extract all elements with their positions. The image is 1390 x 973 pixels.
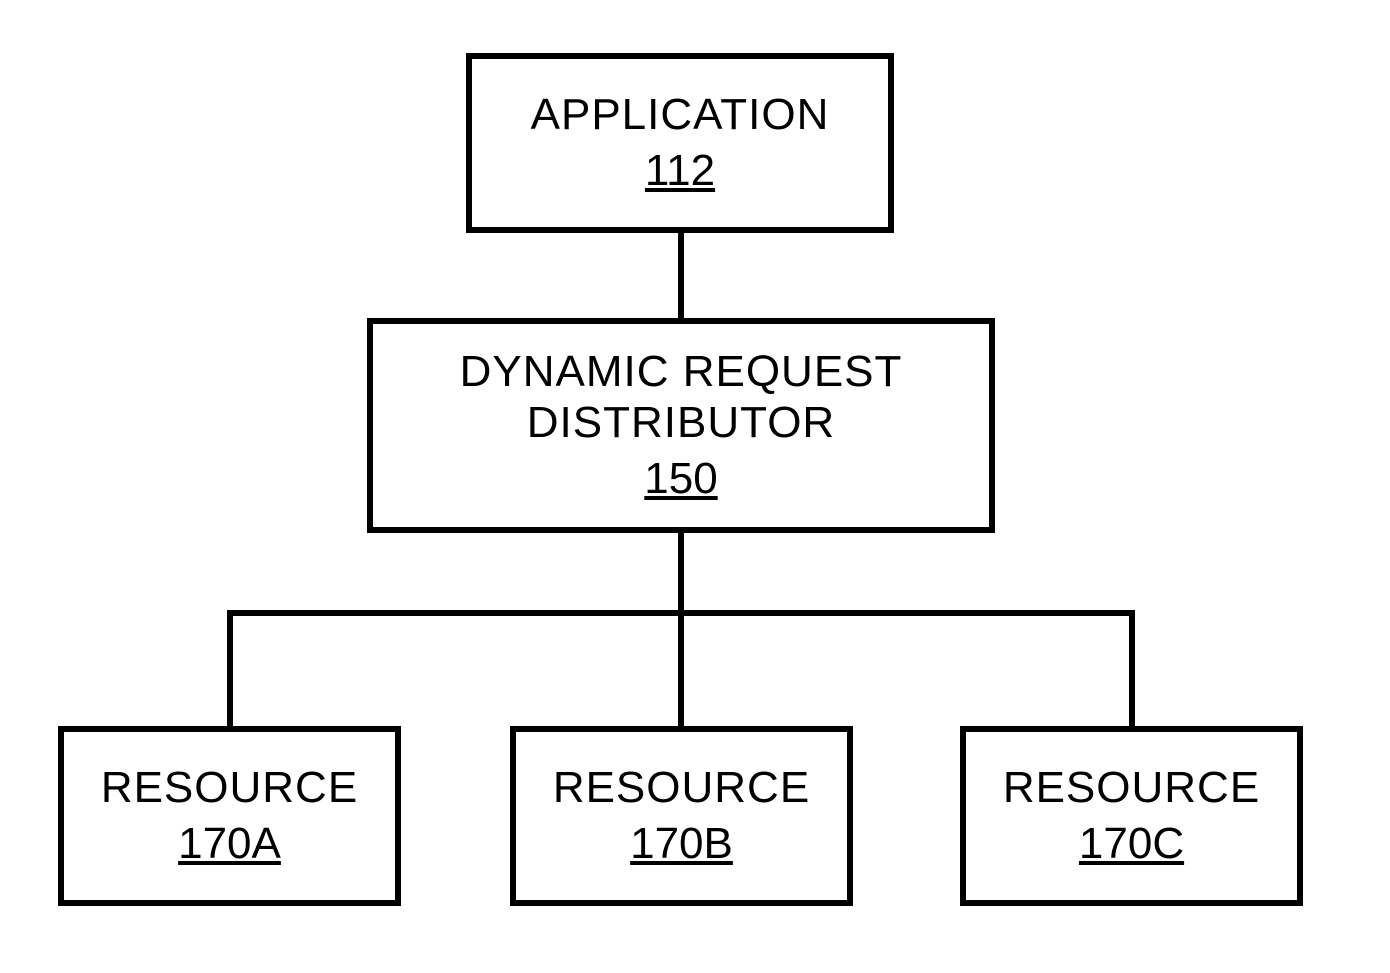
box-resource-b-number: 170B: [630, 819, 733, 869]
diagram-canvas: APPLICATION 112 DYNAMIC REQUEST DISTRIBU…: [0, 0, 1390, 973]
box-distributor-number: 150: [644, 454, 717, 504]
box-distributor: DYNAMIC REQUEST DISTRIBUTOR 150: [367, 318, 995, 533]
box-resource-a: RESOURCE 170A: [58, 726, 401, 906]
connector-app-to-distributor: [678, 233, 684, 318]
box-distributor-title: DYNAMIC REQUEST DISTRIBUTOR: [460, 347, 903, 448]
connector-to-resource-b: [678, 613, 684, 726]
box-resource-a-number: 170A: [178, 819, 281, 869]
box-resource-b: RESOURCE 170B: [510, 726, 853, 906]
connector-to-resource-c: [1129, 610, 1135, 726]
connector-distributor-stub: [678, 533, 684, 613]
box-application-number: 112: [645, 146, 715, 196]
box-resource-a-title: RESOURCE: [101, 763, 358, 814]
box-application-title: APPLICATION: [531, 90, 830, 141]
box-application: APPLICATION 112: [466, 53, 894, 233]
box-resource-b-title: RESOURCE: [553, 763, 810, 814]
box-resource-c-number: 170C: [1079, 819, 1184, 869]
box-resource-c: RESOURCE 170C: [960, 726, 1303, 906]
box-resource-c-title: RESOURCE: [1003, 763, 1260, 814]
connector-to-resource-a: [227, 610, 233, 726]
